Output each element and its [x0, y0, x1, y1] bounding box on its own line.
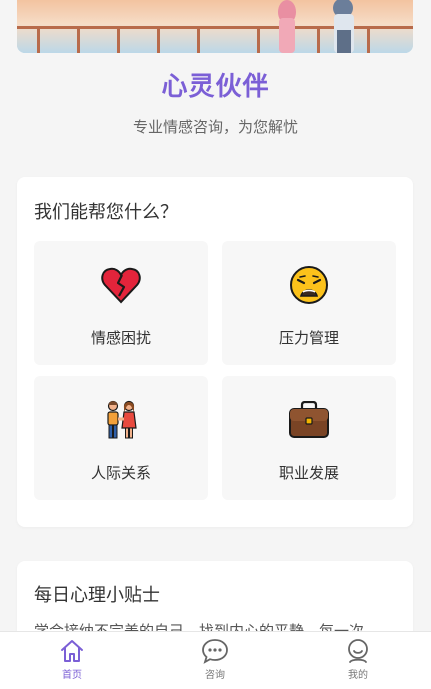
service-label: 职业发展 [278, 464, 339, 482]
two-people-icon [34, 400, 208, 440]
tab-consult[interactable]: 咨询 [175, 632, 255, 689]
service-label: 压力管理 [278, 329, 339, 347]
bottom-tab-bar: 首页 咨询 我的 [0, 631, 431, 689]
weary-face-icon [222, 265, 396, 305]
tab-home-label: 首页 [62, 670, 82, 681]
service-tile-career[interactable]: 职业发展 [222, 376, 396, 500]
help-card-title: 我们能帮您什么？ [34, 202, 178, 223]
tab-mine[interactable]: 我的 [318, 632, 398, 689]
help-card: 我们能帮您什么？ 情感困扰 压力管理 人际关系 职业发展 [17, 177, 413, 527]
app-title: 心灵伙伴 [161, 72, 270, 102]
banner-image [17, 0, 413, 53]
service-label: 人际关系 [90, 464, 151, 482]
service-tile-relationships[interactable]: 人际关系 [34, 376, 208, 500]
briefcase-icon [222, 400, 396, 440]
broken-heart-icon [34, 265, 208, 305]
service-label: 情感困扰 [90, 329, 151, 347]
service-tile-emotional[interactable]: 情感困扰 [34, 241, 208, 365]
home-icon [61, 640, 83, 662]
tab-home[interactable]: 首页 [32, 632, 112, 689]
service-tile-stress[interactable]: 压力管理 [222, 241, 396, 365]
smiley-user-icon [348, 639, 368, 663]
tab-consult-label: 咨询 [205, 670, 225, 681]
tab-mine-label: 我的 [348, 670, 368, 681]
app-subtitle: 专业情感咨询，为您解忧 [132, 118, 298, 136]
chat-bubble-icon [202, 639, 228, 664]
tips-card-title: 每日心理小贴士 [34, 585, 160, 606]
